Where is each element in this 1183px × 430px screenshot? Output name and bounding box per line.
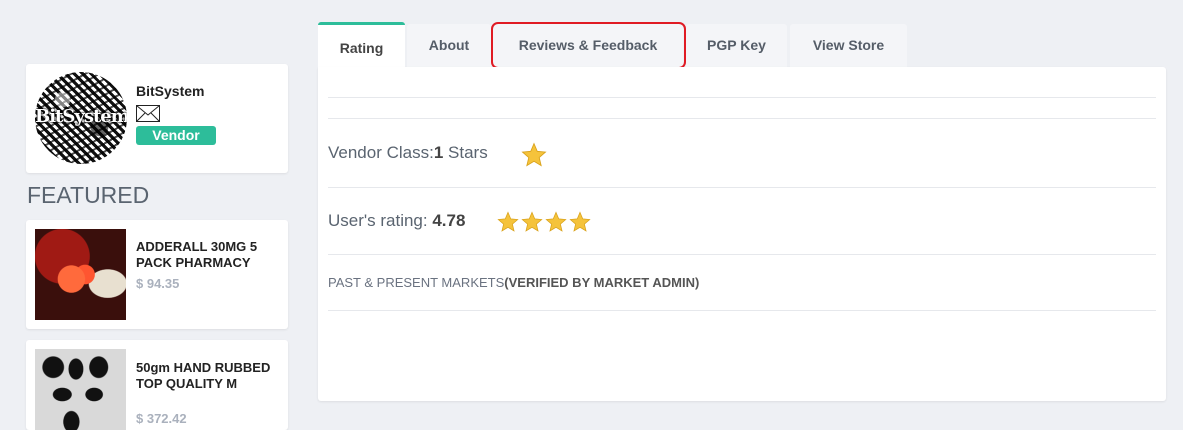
tab-reviews-feedback[interactable]: Reviews & Feedback — [493, 24, 683, 67]
tab-about[interactable]: About — [407, 24, 491, 67]
avatar-logo-text: BitSystem — [35, 106, 127, 127]
divider — [328, 310, 1156, 311]
vendor-name[interactable]: BitSystem — [136, 83, 204, 99]
mail-icon[interactable] — [136, 105, 160, 122]
product-image[interactable] — [35, 349, 126, 430]
vendor-badge: Vendor — [136, 126, 216, 145]
product-name[interactable]: ADDERALL 30MG 5 PACK PHARMACY — [136, 239, 281, 271]
vendor-class-value: 1 — [433, 143, 444, 162]
star-icon — [545, 211, 567, 232]
rating-panel: Vendor Class:1 Stars User's rating: 4.78… — [318, 67, 1166, 401]
vendor-avatar[interactable]: BitSystem — [35, 72, 127, 164]
vendor-class-label: Vendor Class: — [328, 143, 434, 162]
tab-rating[interactable]: Rating — [318, 22, 405, 70]
divider — [328, 187, 1156, 188]
star-icon — [497, 211, 519, 232]
featured-heading: FEATURED — [27, 182, 150, 208]
featured-product-card[interactable]: ADDERALL 30MG 5 PACK PHARMACY $ 94.35 — [26, 220, 288, 329]
product-image[interactable] — [35, 229, 126, 320]
vendor-card: BitSystem BitSystem Vendor — [26, 64, 288, 173]
divider — [328, 254, 1156, 255]
star-icon — [521, 142, 547, 167]
product-price: $ 372.42 — [136, 411, 187, 426]
user-rating-row: User's rating: 4.78 — [328, 211, 465, 231]
markets-row: PAST & PRESENT MARKETS(VERIFIED BY MARKE… — [328, 275, 699, 290]
markets-verified: (VERIFIED BY MARKET ADMIN) — [504, 275, 700, 290]
divider — [328, 118, 1156, 119]
featured-product-card[interactable]: 50gm HAND RUBBED TOP QUALITY M $ 372.42 — [26, 340, 288, 430]
markets-label: PAST & PRESENT MARKETS — [328, 275, 505, 290]
user-rating-value: 4.78 — [432, 211, 466, 230]
tab-view-store[interactable]: View Store — [790, 24, 907, 67]
star-icon — [521, 211, 543, 232]
product-name[interactable]: 50gm HAND RUBBED TOP QUALITY M — [136, 360, 281, 392]
user-rating-label: User's rating: — [328, 211, 433, 230]
star-icon — [569, 211, 591, 232]
product-price: $ 94.35 — [136, 276, 180, 291]
vendor-class-row: Vendor Class:1 Stars — [328, 143, 488, 163]
tab-pgp-key[interactable]: PGP Key — [686, 24, 787, 67]
divider — [328, 97, 1156, 98]
vendor-class-suffix: Stars — [443, 143, 488, 162]
